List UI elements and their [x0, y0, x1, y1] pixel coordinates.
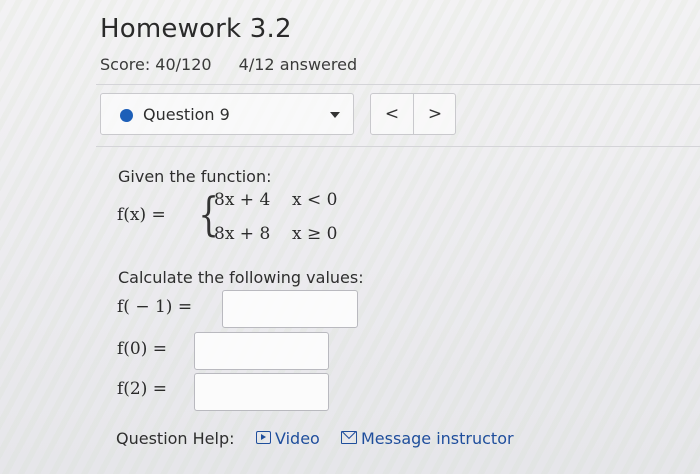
previous-question-button[interactable]: <: [371, 94, 414, 134]
answer-label-f0: f(0) =: [117, 339, 168, 359]
case-expression: 8x + 8: [214, 224, 271, 244]
page-title: Homework 3.2: [100, 14, 292, 44]
answered-count: 4/12 answered: [238, 55, 358, 74]
score-text: Score: 40/120: [100, 55, 212, 74]
answer-input-f-neg1[interactable]: [222, 290, 358, 328]
divider-question: [96, 146, 700, 147]
instruction-text: Calculate the following values:: [118, 268, 364, 287]
answer-input-f0[interactable]: [194, 332, 329, 370]
answer-input-f2[interactable]: [194, 373, 329, 411]
message-instructor-link[interactable]: Message instructor: [341, 429, 514, 448]
answer-label-f2: f(2) =: [117, 379, 168, 399]
question-select[interactable]: Question 9: [100, 93, 354, 135]
next-question-button[interactable]: >: [414, 94, 456, 134]
divider-top: [96, 84, 700, 85]
status-dot-icon: [120, 109, 133, 122]
video-link[interactable]: Video: [256, 429, 320, 448]
question-help-label: Question Help:: [116, 429, 235, 448]
video-icon: [256, 431, 271, 444]
score-line: Score: 40/120 4/12 answered: [100, 55, 357, 74]
case-condition: x < 0: [292, 190, 338, 210]
question-nav-group: < >: [370, 93, 456, 135]
function-lhs: f(x) =: [117, 205, 166, 225]
message-link-text: Message instructor: [361, 429, 514, 448]
case-condition: x ≥ 0: [292, 224, 338, 244]
chevron-down-icon: [330, 112, 340, 118]
video-link-text: Video: [275, 429, 320, 448]
problem-intro: Given the function:: [118, 167, 272, 186]
mail-icon: [341, 431, 357, 444]
answer-label-f-neg1: f( − 1) =: [117, 297, 193, 317]
case-expression: 8x + 4: [214, 190, 271, 210]
question-select-label: Question 9: [143, 105, 230, 124]
